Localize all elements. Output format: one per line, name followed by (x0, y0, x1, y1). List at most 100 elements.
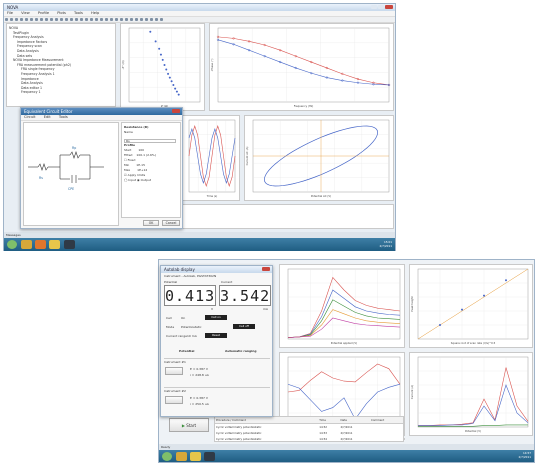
taskbar-folder-icon[interactable] (49, 240, 60, 249)
toolbar-tool-icon[interactable] (80, 18, 83, 21)
toolbar-tool-icon[interactable] (15, 18, 18, 21)
toolbar-tool-icon[interactable] (55, 18, 58, 21)
circuit-editor-title: Equivalent Circuit Editor (24, 109, 73, 114)
taskbar-browser-icon[interactable] (35, 240, 46, 249)
menu-view[interactable]: View (21, 11, 30, 15)
toolbar-tool-icon[interactable] (50, 18, 53, 21)
toolbar-tool-icon[interactable] (120, 18, 123, 21)
x-axis-label: Square root of scan rate (V/s)^0.5 (451, 341, 496, 345)
autolab-subtitle: Instrument - Autolab, PGSTAT302N (164, 274, 217, 278)
start-value[interactable]: 100 (138, 148, 144, 152)
data-point (439, 324, 441, 326)
minimize-button[interactable] (371, 5, 377, 9)
toolbar-tool-icon[interactable] (20, 18, 23, 21)
circuit-menu-edit[interactable]: Edit (44, 115, 51, 119)
autolab-titlebar: Autolab display (161, 266, 272, 273)
toolbar-tool-icon[interactable] (115, 18, 118, 21)
fitted-label: Fitted (124, 153, 133, 157)
name-field[interactable]: Rs (124, 139, 176, 143)
toolbar-tool-icon[interactable] (5, 18, 8, 21)
menu-file[interactable]: File (7, 11, 13, 15)
toolbar-tool-icon[interactable] (35, 18, 38, 21)
maximize-button[interactable] (378, 5, 384, 9)
toolbar-tool-icon[interactable] (105, 18, 108, 21)
taskbar-nova-icon[interactable] (64, 240, 75, 249)
close-button[interactable] (385, 5, 393, 9)
toolbar-tool-icon[interactable] (145, 18, 148, 21)
max-value[interactable]: 1E+12 (137, 168, 147, 172)
top-results-grid (180, 204, 394, 229)
bode-plot: Frequency (Hz) -Phase (°) (210, 27, 391, 108)
toolbar-tool-icon[interactable] (10, 18, 13, 21)
instrument-2-section: Instrument #2 E = 0.387 V i = 250.5 uA (164, 387, 270, 414)
input-label[interactable]: Input (128, 178, 136, 182)
circuit-canvas[interactable]: Rs Rp CPE (23, 122, 119, 226)
toolbar-tool-icon[interactable] (45, 18, 48, 21)
toolbar-tool-icon[interactable] (90, 18, 93, 21)
toolbar-tool-icon[interactable] (140, 18, 143, 21)
data-point (505, 279, 507, 282)
data-point (159, 53, 162, 56)
circuit-editor-close-button[interactable] (172, 109, 180, 113)
menu-plots[interactable]: Plots (57, 11, 66, 15)
toolbar-tool-icon[interactable] (40, 18, 43, 21)
cell-on-button[interactable]: Cell on (205, 315, 227, 320)
x-axis-label: Time (s) (207, 194, 218, 198)
toolbar-tool-icon[interactable] (130, 18, 133, 21)
reset-button[interactable]: Reset (205, 333, 227, 338)
toolbar-tool-icon[interactable] (155, 18, 158, 21)
data-point (165, 68, 168, 71)
toolbar-tool-icon[interactable] (85, 18, 88, 21)
procedure-tree[interactable]: NOVA TestPlugin Frequency Analysis Impedanc… (6, 23, 116, 107)
bottom-taskbar-explorer-icon[interactable] (176, 452, 187, 461)
circuit-menu-tools[interactable]: Tools (59, 115, 68, 119)
toolbar-tool-icon[interactable] (110, 18, 113, 21)
resistor-rp-icon (69, 151, 81, 159)
menu-tools[interactable]: Tools (74, 11, 83, 15)
start-orb[interactable] (7, 240, 17, 249)
toolbar-tool-icon[interactable] (160, 18, 163, 21)
sine-plot-panel: Time (s) (180, 115, 240, 201)
toolbar-tool-icon[interactable] (95, 18, 98, 21)
taskbar-explorer-icon[interactable] (21, 240, 32, 249)
dpv-plot: Potential (V) Current (A) (410, 356, 529, 433)
bottom-taskbar-folder-icon[interactable] (190, 452, 201, 461)
toolbar-tool-icon[interactable] (125, 18, 128, 21)
bottom-taskbar-nova-icon[interactable] (204, 452, 215, 461)
menu-help[interactable]: Help (91, 11, 99, 15)
toolbar-tool-icon[interactable] (70, 18, 73, 21)
ok-button[interactable]: OK (143, 220, 159, 226)
toolbar-tool-icon[interactable] (150, 18, 153, 21)
toolbar-tool-icon[interactable] (135, 18, 138, 21)
circuit-menu-circuit[interactable]: Circuit (24, 115, 36, 119)
resistor-rs-icon (37, 163, 49, 171)
toolbar-tool-icon[interactable] (60, 18, 63, 21)
cell-off-button[interactable]: Cell off (233, 324, 255, 329)
current-display: 3.542 (219, 285, 271, 306)
tree-item[interactable]: Frequency 1 (9, 90, 113, 95)
toolbar-tool-icon[interactable] (75, 18, 78, 21)
instrument-2-toggle[interactable] (165, 396, 183, 404)
min-value[interactable]: 1E-15 (136, 163, 145, 167)
autolab-close-button[interactable] (262, 267, 270, 271)
toolbar-tool-icon[interactable] (25, 18, 28, 21)
circuit-label-rp: Rp (72, 146, 76, 150)
play-icon: ▶ (181, 423, 185, 428)
current-unit: mA (263, 307, 268, 311)
cancel-button[interactable]: Cancel (162, 220, 180, 226)
toolbar-tool-icon[interactable] (100, 18, 103, 21)
instrument-1-potential: E = 0.387 V (190, 367, 208, 371)
x-axis-label: Potential applied (V) (331, 341, 357, 345)
toolbar-tool-icon[interactable] (65, 18, 68, 21)
potential-unit: V (211, 307, 214, 311)
circuit-label-cpe: CPE (68, 187, 74, 191)
instrument-1-toggle[interactable] (165, 367, 183, 375)
bottom-start-orb[interactable] (162, 452, 172, 461)
menu-profile[interactable]: Profile (38, 11, 49, 15)
output-label[interactable]: Output (141, 178, 151, 182)
automatic-ranging-label: Automatic ranging (225, 349, 257, 353)
toolbar-tool-icon[interactable] (30, 18, 33, 21)
nyquist-plot: Z' (Ω)-Z'' (Ω) (121, 27, 201, 108)
history-table: Procedure / Command Time Date Comment Cyclic… (215, 417, 403, 441)
start-procedure-button[interactable]: ▶ Start (169, 418, 209, 432)
